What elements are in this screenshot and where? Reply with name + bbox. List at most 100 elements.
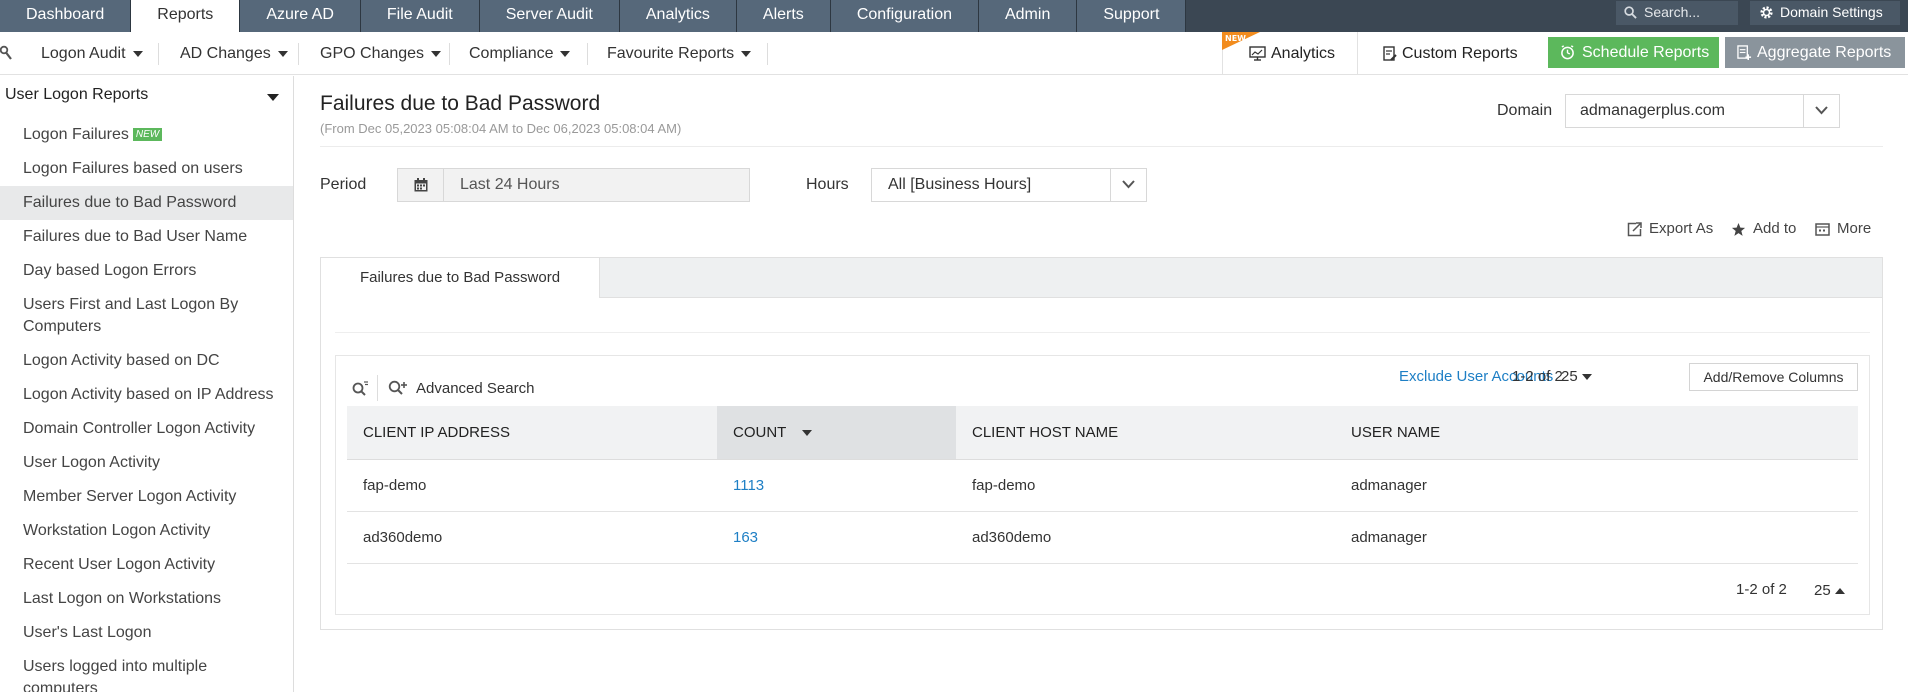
- column-header-client-ip[interactable]: CLIENT IP ADDRESS: [347, 406, 717, 460]
- domain-dropdown-toggle[interactable]: [1803, 95, 1839, 127]
- domain-select[interactable]: admanagerplus.com: [1565, 94, 1840, 128]
- custom-reports-button[interactable]: Custom Reports: [1357, 32, 1542, 75]
- tab-dashboard[interactable]: Dashboard: [0, 0, 132, 32]
- sidebar-item-last-logon-workstations[interactable]: Last Logon on Workstations: [0, 582, 293, 616]
- sidebar-item-logon-failures[interactable]: Logon Failures NEW: [0, 118, 293, 152]
- gpo-changes-menu[interactable]: GPO Changes: [320, 32, 442, 75]
- divider: [158, 43, 159, 65]
- tab-server-audit[interactable]: Server Audit: [479, 0, 620, 32]
- compliance-menu[interactable]: Compliance: [469, 32, 571, 75]
- cell-user-name: admanager: [1335, 459, 1858, 512]
- column-header-user-name[interactable]: USER NAME: [1335, 406, 1858, 460]
- tab-reports[interactable]: Reports: [131, 0, 241, 32]
- chevron-down-icon: [1122, 180, 1135, 189]
- custom-reports-label: Custom Reports: [1402, 45, 1518, 62]
- sidebar-item-bad-user-name[interactable]: Failures due to Bad User Name: [0, 220, 293, 254]
- divider: [587, 43, 588, 65]
- sidebar-item-logon-activity-ip[interactable]: Logon Activity based on IP Address: [0, 378, 293, 412]
- more-button[interactable]: More: [1815, 220, 1871, 237]
- sidebar-item-multiple-computers[interactable]: Users logged into multiple computers: [0, 650, 293, 692]
- ad-changes-label: AD Changes: [180, 45, 271, 62]
- report-table: CLIENT IP ADDRESS COUNT CLIENT HOST NAME…: [347, 406, 1858, 564]
- global-search-input[interactable]: Search...: [1616, 1, 1738, 25]
- sidebar-item-user-logon-activity[interactable]: User Logon Activity: [0, 446, 293, 480]
- hours-dropdown-toggle[interactable]: [1110, 169, 1146, 201]
- sidebar-item-bad-password[interactable]: Failures due to Bad Password: [0, 186, 293, 220]
- sidebar-item-users-last-logon[interactable]: User's Last Logon: [0, 616, 293, 650]
- hours-label: Hours: [806, 176, 849, 193]
- new-ribbon: NEW: [1222, 32, 1260, 50]
- new-ribbon-label: NEW: [1225, 34, 1246, 43]
- page-title: Failures due to Bad Password: [320, 92, 601, 115]
- chevron-up-icon: [1834, 588, 1845, 595]
- more-options-icon: [1815, 223, 1830, 236]
- advanced-search-link[interactable]: Advanced Search: [416, 380, 534, 397]
- schedule-reports-button[interactable]: Schedule Reports: [1548, 37, 1719, 68]
- sidebar-item-workstation-activity[interactable]: Workstation Logon Activity: [0, 514, 293, 548]
- tab-file-audit[interactable]: File Audit: [360, 0, 480, 32]
- tab-support[interactable]: Support: [1077, 0, 1187, 32]
- sidebar-item-first-last-logon[interactable]: Users First and Last Logon By Computers: [0, 288, 293, 344]
- advanced-search-icon: [388, 380, 407, 395]
- aggregate-reports-label: Aggregate Reports: [1757, 44, 1892, 61]
- top-navigation: Dashboard Reports Azure AD File Audit Se…: [0, 0, 1908, 32]
- cell-client-ip: fap-demo: [347, 459, 717, 512]
- domain-settings-button[interactable]: Domain Settings: [1750, 1, 1900, 25]
- sidebar-item-logon-failures-users[interactable]: Logon Failures based on users: [0, 152, 293, 186]
- hours-select[interactable]: All [Business Hours]: [871, 168, 1147, 202]
- sidebar-item-member-server-activity[interactable]: Member Server Logon Activity: [0, 480, 293, 514]
- gpo-changes-label: GPO Changes: [320, 45, 425, 62]
- chevron-down-icon: [431, 50, 442, 57]
- sidebar-item-logon-activity-dc[interactable]: Logon Activity based on DC: [0, 344, 293, 378]
- search-icon: [1624, 6, 1637, 19]
- count-link[interactable]: 1113: [733, 477, 764, 494]
- report-grid-container: Advanced Search Exclude User Accounts 1-…: [335, 355, 1870, 615]
- tab-failures-bad-password[interactable]: Failures due to Bad Password: [321, 258, 600, 298]
- compliance-label: Compliance: [469, 45, 554, 62]
- tab-analytics[interactable]: Analytics: [619, 0, 737, 32]
- chevron-down-icon: [132, 50, 143, 57]
- page-size-value: 25: [1561, 368, 1578, 385]
- chevron-down-icon: [741, 50, 752, 57]
- sidebar-item-dc-logon-activity[interactable]: Domain Controller Logon Activity: [0, 412, 293, 446]
- tab-configuration[interactable]: Configuration: [830, 0, 979, 32]
- logon-audit-menu[interactable]: Logon Audit: [41, 32, 143, 75]
- page-size-select-bottom[interactable]: 25: [1814, 582, 1845, 599]
- period-picker[interactable]: Last 24 Hours: [397, 168, 750, 202]
- pagination-info: 1-2 of 2: [1512, 368, 1563, 385]
- table-row: fap-demo 1113 fap-demo admanager: [347, 459, 1858, 512]
- wrench-icon[interactable]: [0, 45, 12, 61]
- page-size-select[interactable]: 25: [1561, 368, 1592, 385]
- chevron-down-icon: [1815, 106, 1828, 115]
- favourite-reports-menu[interactable]: Favourite Reports: [607, 32, 752, 75]
- document-edit-icon: [1383, 46, 1397, 61]
- add-to-button[interactable]: Add to: [1731, 220, 1796, 237]
- sidebar-item-day-based-errors[interactable]: Day based Logon Errors: [0, 254, 293, 288]
- tab-alerts[interactable]: Alerts: [736, 0, 831, 32]
- tab-admin[interactable]: Admin: [978, 0, 1078, 32]
- table-header-row: CLIENT IP ADDRESS COUNT CLIENT HOST NAME…: [347, 406, 1858, 460]
- aggregate-reports-button[interactable]: Aggregate Reports: [1725, 37, 1905, 68]
- tab-azure-ad[interactable]: Azure AD: [240, 0, 361, 32]
- sidebar-item-recent-user-activity[interactable]: Recent User Logon Activity: [0, 548, 293, 582]
- page-size-value: 25: [1814, 582, 1831, 599]
- export-icon: [1627, 222, 1642, 237]
- add-remove-columns-button[interactable]: Add/Remove Columns: [1689, 363, 1858, 391]
- sidebar-section-header[interactable]: User Logon Reports: [5, 86, 148, 104]
- column-header-count[interactable]: COUNT: [717, 406, 956, 460]
- header-divider: [320, 146, 1883, 147]
- divider: [377, 375, 378, 401]
- calendar-button[interactable]: [398, 169, 444, 201]
- divider: [335, 332, 1870, 333]
- count-link[interactable]: 163: [733, 529, 758, 546]
- chevron-down-icon: [1581, 374, 1592, 381]
- gear-icon: [1760, 6, 1773, 19]
- calendar-icon: [414, 178, 428, 192]
- cell-count: 163: [717, 511, 956, 564]
- new-badge: NEW: [132, 128, 163, 142]
- quick-search-icon[interactable]: [352, 381, 369, 396]
- column-header-client-host[interactable]: CLIENT HOST NAME: [956, 406, 1335, 460]
- export-as-button[interactable]: Export As: [1627, 220, 1713, 237]
- chevron-down-icon[interactable]: [267, 94, 279, 101]
- ad-changes-menu[interactable]: AD Changes: [180, 32, 288, 75]
